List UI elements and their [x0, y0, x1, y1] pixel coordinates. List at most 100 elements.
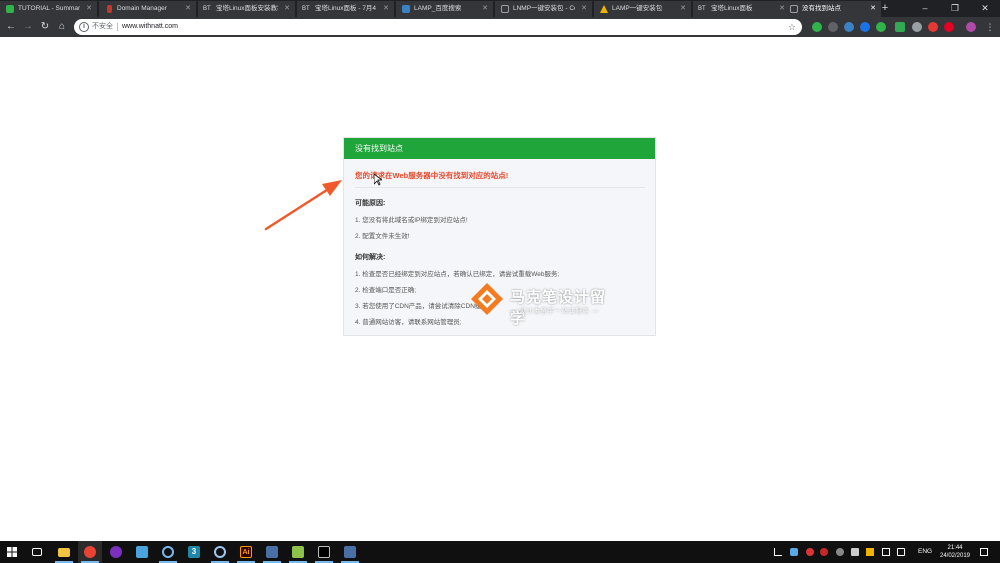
3d-app-button[interactable]: 3 — [182, 541, 206, 563]
network-icon — [266, 546, 278, 558]
pinterest-icon[interactable] — [944, 22, 954, 32]
tab-domain-manager[interactable]: Domain Manager ✕ — [99, 1, 197, 17]
illustrator-button[interactable]: Ai — [234, 541, 258, 563]
extension-search-icon[interactable] — [860, 22, 870, 32]
tab-title: 宝塔Linux面板 — [711, 5, 753, 12]
folder-icon — [58, 548, 70, 557]
tab-tutorial-summary[interactable]: TUTORIAL - Summary | ✕ — [0, 1, 98, 17]
tab-site-not-found-active[interactable]: 没有找到站点 ✕ — [784, 1, 882, 17]
solution-item: 2. 检查端口是否正确; — [355, 287, 417, 294]
tab-title: 没有找到站点 — [802, 5, 841, 12]
tab-close-icon[interactable]: ✕ — [383, 1, 389, 17]
page-favicon-icon — [790, 5, 798, 13]
task-view-icon — [32, 548, 42, 556]
forward-button[interactable]: → — [20, 19, 36, 35]
network-app-button[interactable] — [260, 541, 284, 563]
url-text[interactable]: www.withnatt.com — [122, 19, 178, 35]
illustrator-icon: Ai — [240, 546, 252, 558]
tab-bt-panel-july[interactable]: BT 宝塔Linux面板 - 7月4日 ✕ — [297, 1, 395, 17]
terminal-button[interactable] — [312, 541, 336, 563]
extension-gray-icon[interactable] — [828, 22, 838, 32]
tab-lnmp-install[interactable]: LNMP一键安装包 - Cen ✕ — [495, 1, 593, 17]
notepad-icon — [292, 546, 304, 558]
start-button[interactable] — [0, 541, 24, 563]
chrome-icon — [84, 546, 96, 558]
gear-icon — [214, 546, 226, 558]
profile-avatar[interactable] — [966, 22, 976, 32]
bt-favicon-icon: BT — [203, 6, 211, 12]
bt-favicon-icon: BT — [302, 6, 310, 12]
baidu-favicon-icon — [402, 5, 410, 13]
tray-record-icon[interactable] — [806, 548, 814, 556]
info-icon[interactable]: i — [79, 22, 89, 32]
chrome-button[interactable] — [78, 541, 102, 563]
divider — [117, 23, 118, 31]
reason-item: 1. 您没有将此域名或IP绑定到对应站点! — [355, 217, 468, 224]
clock-date: 24/02/2019 — [939, 553, 971, 559]
task-view-button[interactable] — [26, 541, 50, 563]
people-icon[interactable] — [774, 548, 782, 556]
windows-taskbar: 3 Ai ENG 21:44 24/02/2019 — [0, 541, 1000, 563]
notepad-button[interactable] — [286, 541, 310, 563]
watermark: 马克笔设计留学 — 设计类留学一站式服务 — — [470, 282, 620, 327]
warning-favicon-icon — [600, 5, 608, 13]
reload-button[interactable]: ↻ — [37, 19, 53, 35]
bird-app-button[interactable] — [130, 541, 154, 563]
clock-time: 21:44 — [947, 545, 963, 551]
tab-title: 宝塔Linux面板安装教程 — [216, 5, 278, 12]
home-button[interactable]: ⌂ — [54, 19, 70, 35]
tab-close-icon[interactable]: ✕ — [284, 1, 290, 17]
tray-usb-icon[interactable] — [851, 548, 859, 556]
watermark-subtitle: — 设计类留学一站式服务 — — [510, 309, 600, 315]
tray-app-icon[interactable] — [790, 548, 798, 556]
tray-shield-icon[interactable] — [866, 548, 874, 556]
tab-lamp-baidu[interactable]: LAMP_百度搜索 ✕ — [396, 1, 494, 17]
minimize-button[interactable]: – — [910, 0, 940, 17]
file-explorer-button[interactable] — [52, 541, 76, 563]
tray-gray-icon[interactable] — [836, 548, 844, 556]
clock[interactable]: 21:44 24/02/2019 — [935, 544, 975, 560]
tray-network-icon[interactable] — [882, 548, 890, 556]
solution-item: 1. 检查是否已经绑定到对应站点，若确认已绑定，请尝试重载Web服务; — [355, 271, 560, 278]
browser-toolbar: ← → ↻ ⌂ i 不安全 www.withnatt.com ☆ ⋮ — [0, 17, 1000, 37]
extension-grammar-icon[interactable] — [876, 22, 886, 32]
tab-strip: TUTORIAL - Summary | ✕ Domain Manager ✕ … — [0, 0, 1000, 17]
extension-green-icon[interactable] — [812, 22, 822, 32]
tab-bt-panel[interactable]: BT 宝塔Linux面板 ✕ — [693, 1, 791, 17]
divider — [355, 187, 645, 188]
circle-app-icon — [162, 546, 174, 558]
tab-close-icon[interactable]: ✕ — [581, 1, 587, 17]
tab-close-icon[interactable]: ✕ — [482, 1, 488, 17]
language-indicator[interactable]: ENG — [918, 541, 932, 563]
tab-bt-install-guide[interactable]: BT 宝塔Linux面板安装教程 ✕ — [198, 1, 296, 17]
network-app-2-button[interactable] — [338, 541, 362, 563]
settings-app-button[interactable] — [208, 541, 232, 563]
mouse-cursor-icon — [374, 174, 382, 186]
cortana-button[interactable] — [156, 541, 180, 563]
extension-red-icon[interactable] — [928, 22, 938, 32]
network-icon — [344, 546, 356, 558]
tab-close-icon[interactable]: ✕ — [86, 1, 92, 17]
tab-close-icon[interactable]: ✕ — [870, 1, 876, 17]
extension-blue-icon[interactable] — [844, 22, 854, 32]
new-tab-button[interactable]: + — [877, 1, 893, 17]
firefox-icon — [110, 546, 122, 558]
notification-center-icon[interactable] — [980, 548, 988, 556]
security-label: 不安全 — [92, 23, 113, 30]
firefox-button[interactable] — [104, 541, 128, 563]
tab-lamp-install[interactable]: LAMP一键安装包 ✕ — [594, 1, 692, 17]
domain-favicon-icon — [107, 5, 112, 13]
close-window-button[interactable]: ✕ — [970, 0, 1000, 17]
tab-close-icon[interactable]: ✕ — [680, 1, 686, 17]
back-button[interactable]: ← — [3, 19, 19, 35]
address-bar[interactable]: i 不安全 www.withnatt.com ☆ — [74, 19, 802, 35]
menu-dots-icon[interactable]: ⋮ — [982, 19, 998, 35]
tab-close-icon[interactable]: ✕ — [185, 1, 191, 17]
extension-globe-icon[interactable] — [912, 22, 922, 32]
bookmark-star-icon[interactable]: ☆ — [788, 19, 796, 35]
maximize-button[interactable]: ❐ — [940, 0, 970, 17]
extension-sheets-icon[interactable] — [895, 22, 905, 32]
volume-icon[interactable] — [897, 548, 905, 556]
solutions-title: 如何解决: — [355, 254, 386, 261]
tray-red-icon[interactable] — [820, 548, 828, 556]
